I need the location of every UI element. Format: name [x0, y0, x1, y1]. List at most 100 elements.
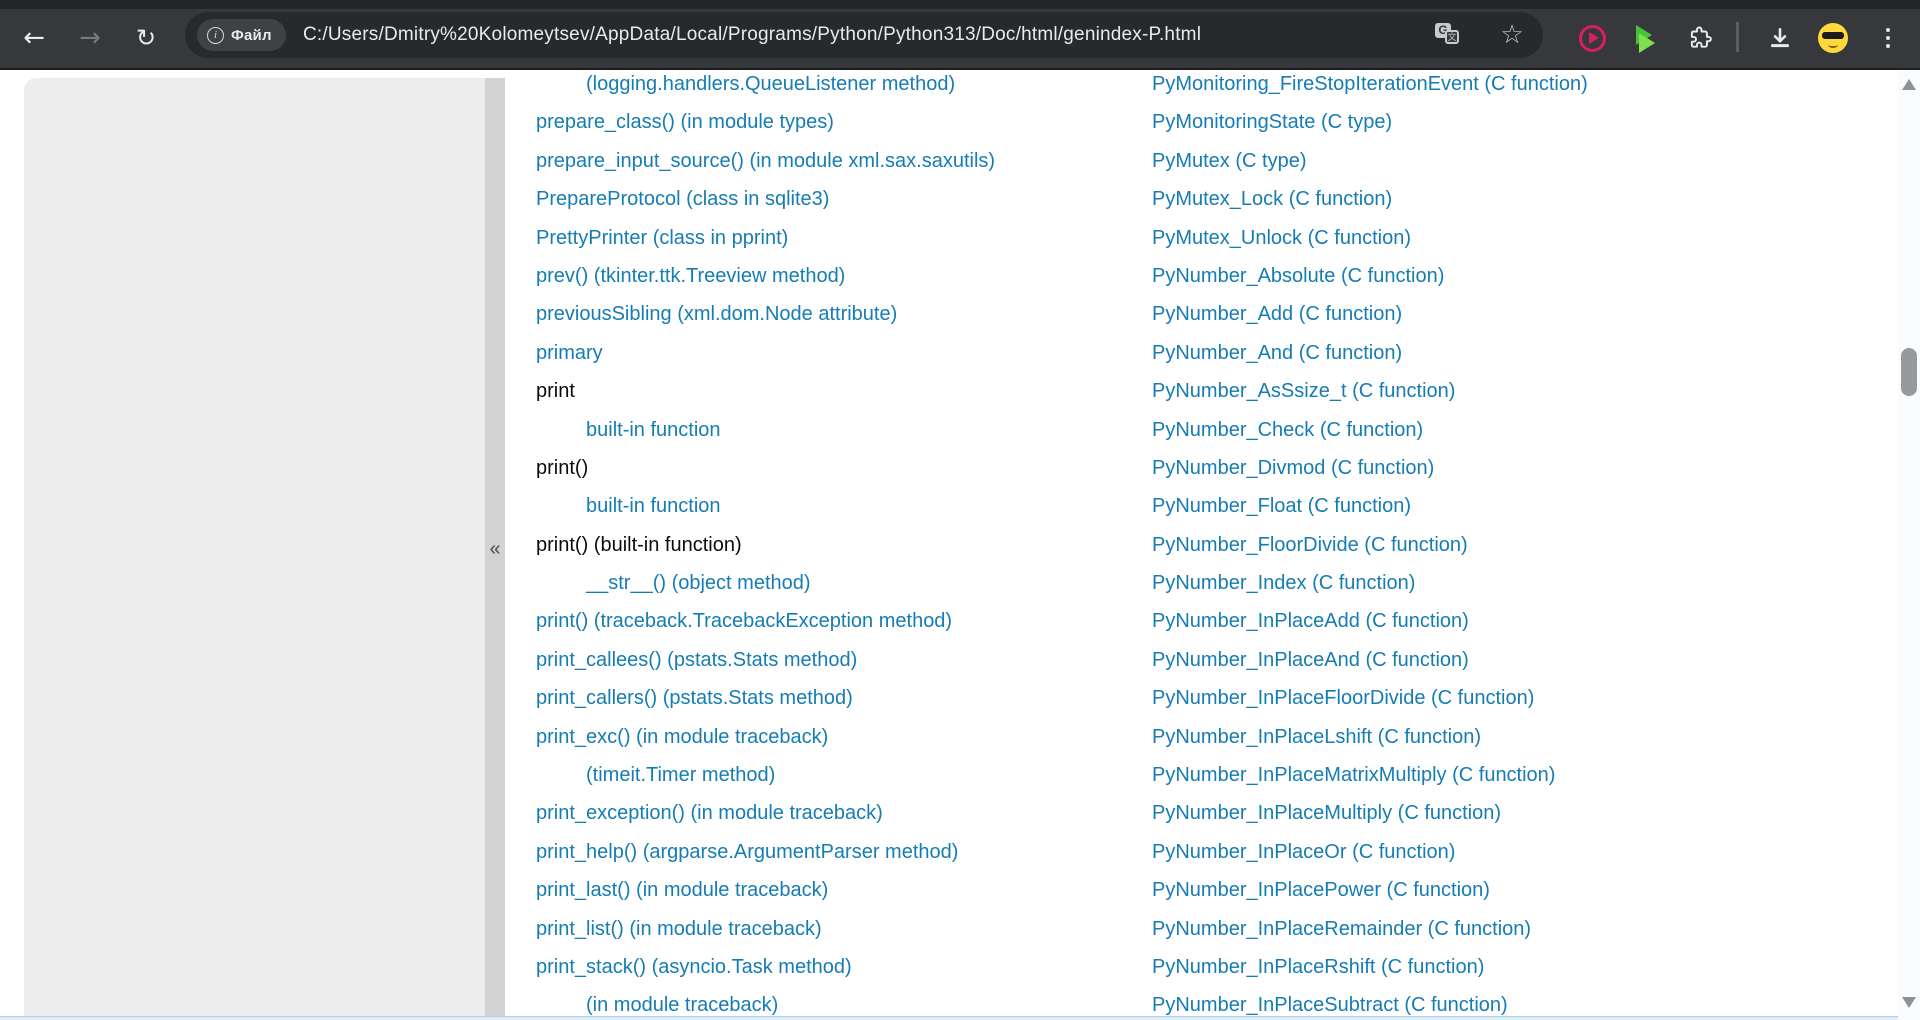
index-entry[interactable]: print_exception() (in module traceback): [536, 794, 1176, 832]
index-link[interactable]: PyNumber_FloorDivide (C function): [1152, 534, 1468, 556]
index-entry[interactable]: print_callers() (pstats.Stats method): [536, 679, 1176, 717]
index-link[interactable]: PyNumber_InPlaceOr (C function): [1152, 841, 1455, 863]
index-entry[interactable]: print_help() (argparse.ArgumentParser me…: [536, 833, 1176, 871]
index-link[interactable]: print_callers() (pstats.Stats method): [536, 687, 853, 709]
index-link[interactable]: PyMutex (C type): [1152, 150, 1306, 172]
sidebar-resize-handle[interactable]: «: [485, 78, 505, 1016]
index-link[interactable]: PyNumber_And (C function): [1152, 342, 1402, 364]
index-entry[interactable]: built-in function: [536, 487, 1176, 525]
index-entry[interactable]: PyNumber_FloorDivide (C function): [1152, 526, 1792, 564]
index-entry[interactable]: print_exc() (in module traceback): [536, 718, 1176, 756]
index-link[interactable]: PyNumber_InPlaceSubtract (C function): [1152, 994, 1508, 1016]
index-link[interactable]: print_exc() (in module traceback): [536, 726, 828, 748]
bookmark-button[interactable]: ☆: [1497, 20, 1527, 50]
browser-menu-button[interactable]: [1872, 22, 1904, 54]
index-entry[interactable]: PyMonitoringState (C type): [1152, 103, 1792, 141]
index-link[interactable]: PyNumber_InPlaceAdd (C function): [1152, 610, 1469, 632]
index-link[interactable]: PyMonitoringState (C type): [1152, 111, 1392, 133]
index-entry[interactable]: PyNumber_InPlaceLshift (C function): [1152, 718, 1792, 756]
index-entry[interactable]: PyNumber_InPlaceOr (C function): [1152, 833, 1792, 871]
index-entry[interactable]: (in module traceback): [536, 986, 1176, 1020]
index-link[interactable]: print_list() (in module traceback): [536, 918, 822, 940]
index-link[interactable]: print_stack() (asyncio.Task method): [536, 956, 852, 978]
index-entry[interactable]: PyNumber_Check (C function): [1152, 411, 1792, 449]
index-link[interactable]: prev() (tkinter.ttk.Treeview method): [536, 265, 845, 287]
extensions-button[interactable]: [1684, 22, 1716, 54]
index-entry[interactable]: print() (traceback.TracebackException me…: [536, 602, 1176, 640]
index-entry[interactable]: prev() (tkinter.ttk.Treeview method): [536, 257, 1176, 295]
index-entry[interactable]: PyNumber_Add (C function): [1152, 295, 1792, 333]
index-entry[interactable]: prepare_class() (in module types): [536, 103, 1176, 141]
index-entry[interactable]: PyNumber_InPlaceFloorDivide (C function): [1152, 679, 1792, 717]
index-link[interactable]: (timeit.Timer method): [586, 764, 775, 786]
index-entry[interactable]: PyNumber_InPlaceRemainder (C function): [1152, 910, 1792, 948]
index-link[interactable]: PyNumber_InPlaceRshift (C function): [1152, 956, 1484, 978]
index-link[interactable]: print_last() (in module traceback): [536, 879, 828, 901]
index-link[interactable]: prepare_input_source() (in module xml.sa…: [536, 150, 995, 172]
translate-button[interactable]: G 文: [1433, 20, 1463, 50]
profile-avatar-button[interactable]: [1817, 22, 1849, 54]
index-entry[interactable]: PyMutex (C type): [1152, 142, 1792, 180]
index-entry[interactable]: PyNumber_InPlaceAdd (C function): [1152, 602, 1792, 640]
index-entry[interactable]: PyNumber_And (C function): [1152, 334, 1792, 372]
index-link[interactable]: PyMutex_Lock (C function): [1152, 188, 1392, 210]
scroll-down-arrow-icon[interactable]: [1902, 997, 1916, 1008]
page-scrollbar[interactable]: [1898, 70, 1920, 1020]
index-entry[interactable]: (logging.handlers.QueueListener method): [536, 65, 1176, 103]
index-link[interactable]: PyNumber_InPlaceRemainder (C function): [1152, 918, 1531, 940]
index-entry[interactable]: PyNumber_InPlaceSubtract (C function): [1152, 986, 1792, 1020]
index-entry[interactable]: print_last() (in module traceback): [536, 871, 1176, 909]
index-link[interactable]: PyNumber_Float (C function): [1152, 495, 1411, 517]
index-link[interactable]: print_exception() (in module traceback): [536, 802, 883, 824]
forward-button[interactable]: →: [66, 14, 114, 62]
index-link[interactable]: PyNumber_AsSsize_t (C function): [1152, 380, 1455, 402]
index-link[interactable]: PrettyPrinter (class in pprint): [536, 227, 788, 249]
index-entry[interactable]: PyNumber_AsSsize_t (C function): [1152, 372, 1792, 410]
index-entry[interactable]: PyNumber_Index (C function): [1152, 564, 1792, 602]
index-entry[interactable]: PrettyPrinter (class in pprint): [536, 219, 1176, 257]
index-link[interactable]: primary: [536, 342, 603, 364]
index-entry[interactable]: print_stack() (asyncio.Task method): [536, 948, 1176, 986]
index-link[interactable]: (in module traceback): [586, 994, 778, 1016]
url-text[interactable]: C:/Users/Dmitry%20Kolomeytsev/AppData/Lo…: [303, 12, 1201, 58]
index-entry[interactable]: primary: [536, 334, 1176, 372]
index-link[interactable]: PyNumber_Index (C function): [1152, 572, 1415, 594]
index-entry[interactable]: PrepareProtocol (class in sqlite3): [536, 180, 1176, 218]
index-link[interactable]: PyNumber_InPlaceMatrixMultiply (C functi…: [1152, 764, 1555, 786]
index-link[interactable]: print_help() (argparse.ArgumentParser me…: [536, 841, 958, 863]
index-entry[interactable]: previousSibling (xml.dom.Node attribute): [536, 295, 1176, 333]
index-entry[interactable]: PyMonitoring_FireStopIterationEvent (C f…: [1152, 65, 1792, 103]
index-link[interactable]: PyMonitoring_FireStopIterationEvent (C f…: [1152, 73, 1588, 95]
extension-green-play-button[interactable]: [1629, 22, 1661, 54]
index-entry[interactable]: built-in function: [536, 411, 1176, 449]
index-link[interactable]: (logging.handlers.QueueListener method): [586, 73, 955, 95]
index-link[interactable]: __str__() (object method): [586, 572, 811, 594]
index-entry[interactable]: PyNumber_InPlaceRshift (C function): [1152, 948, 1792, 986]
index-link[interactable]: PyNumber_Check (C function): [1152, 419, 1423, 441]
index-entry[interactable]: PyNumber_InPlaceMatrixMultiply (C functi…: [1152, 756, 1792, 794]
scroll-up-arrow-icon[interactable]: [1902, 79, 1916, 90]
extension-red-play-button[interactable]: [1576, 22, 1608, 54]
site-info-chip[interactable]: i Файл: [197, 19, 286, 51]
downloads-button[interactable]: [1764, 22, 1796, 54]
index-link[interactable]: PyNumber_InPlacePower (C function): [1152, 879, 1490, 901]
address-bar[interactable]: i Файл C:/Users/Dmitry%20Kolomeytsev/App…: [185, 12, 1543, 58]
index-link[interactable]: PyNumber_InPlaceAnd (C function): [1152, 649, 1469, 671]
index-link[interactable]: PyNumber_InPlaceLshift (C function): [1152, 726, 1481, 748]
scrollbar-thumb[interactable]: [1901, 348, 1917, 396]
index-entry[interactable]: print_list() (in module traceback): [536, 910, 1176, 948]
index-link[interactable]: prepare_class() (in module types): [536, 111, 834, 133]
sidebar-collapse-toggle[interactable]: «: [485, 538, 505, 561]
index-link[interactable]: PyNumber_InPlaceMultiply (C function): [1152, 802, 1501, 824]
index-link[interactable]: PrepareProtocol (class in sqlite3): [536, 188, 829, 210]
index-link[interactable]: PyMutex_Unlock (C function): [1152, 227, 1411, 249]
index-entry[interactable]: PyMutex_Unlock (C function): [1152, 219, 1792, 257]
back-button[interactable]: ←: [10, 14, 58, 62]
index-link[interactable]: PyNumber_Add (C function): [1152, 303, 1402, 325]
index-link[interactable]: PyNumber_Divmod (C function): [1152, 457, 1434, 479]
index-entry[interactable]: PyMutex_Lock (C function): [1152, 180, 1792, 218]
index-link[interactable]: PyNumber_Absolute (C function): [1152, 265, 1444, 287]
index-link[interactable]: built-in function: [586, 495, 721, 517]
index-entry[interactable]: PyNumber_Float (C function): [1152, 487, 1792, 525]
index-entry[interactable]: (timeit.Timer method): [536, 756, 1176, 794]
